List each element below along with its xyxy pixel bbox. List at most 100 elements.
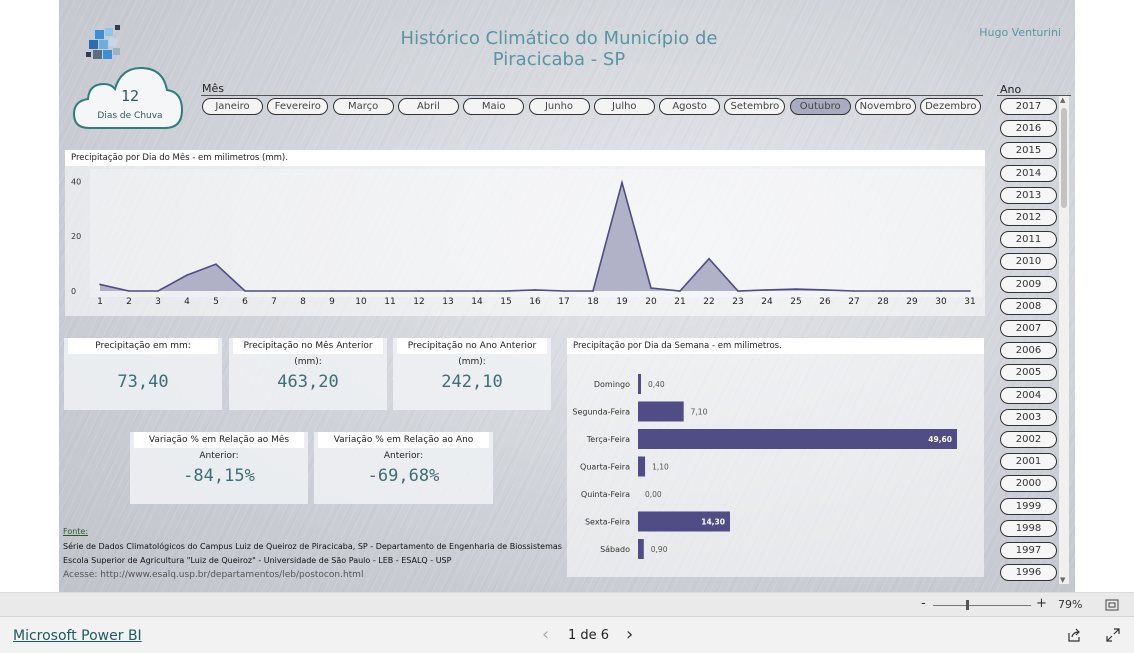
scroll-up-icon[interactable]: ▲ [1060,96,1065,104]
zoom-out-button[interactable]: - [921,596,926,611]
data-point[interactable] [186,274,188,276]
data-point[interactable] [766,289,768,291]
data-point[interactable] [621,181,623,184]
x-tick-label: 18 [587,297,599,307]
year-button-2011[interactable]: 2011 [1000,231,1057,249]
year-button-2005[interactable]: 2005 [1000,364,1057,382]
x-tick-label: 14 [471,297,483,307]
y-tick-label: 20 [71,232,81,241]
category-label: Domingo [594,380,630,389]
x-tick-label: 11 [384,297,395,307]
x-tick-label: 9 [329,297,335,307]
bar[interactable] [638,539,644,559]
month-button-novembro[interactable]: Novembro [855,98,916,115]
year-button-2004[interactable]: 2004 [1000,386,1057,404]
chart-title: Precipitação por Dia do Mês - em milimet… [65,150,985,166]
year-button-2014[interactable]: 2014 [1000,164,1057,182]
data-point[interactable] [215,263,217,265]
x-tick-label: 17 [558,297,569,307]
zoom-slider[interactable] [933,605,1031,606]
year-button-2010[interactable]: 2010 [1000,253,1057,271]
data-point[interactable] [302,290,304,292]
month-button-agosto[interactable]: Agosto [659,98,721,115]
fit-to-page-icon[interactable] [1105,599,1119,611]
scrollbar-thumb[interactable] [1061,108,1067,208]
data-point[interactable] [737,290,739,292]
data-point[interactable] [447,290,449,292]
next-page-button[interactable]: › [626,624,633,645]
source-link[interactable]: Acesse: http://www.esalq.usp.br/departam… [63,570,363,580]
data-point[interactable] [679,290,681,292]
powerbi-brand-link[interactable]: Microsoft Power BI [13,628,142,644]
data-point[interactable] [940,290,942,292]
data-point[interactable] [360,290,362,292]
data-point[interactable] [331,290,333,292]
year-button-2001[interactable]: 2001 [1000,453,1057,471]
data-point[interactable] [389,290,391,292]
data-point[interactable] [99,283,101,286]
data-point[interactable] [911,290,913,292]
month-button-fevereiro[interactable]: Fevereiro [267,98,329,115]
year-button-2009[interactable]: 2009 [1000,275,1057,293]
data-point[interactable] [157,290,159,292]
month-button-outubro[interactable]: Outubro [789,98,851,115]
bar[interactable] [638,456,646,477]
year-button-2008[interactable]: 2008 [1000,297,1057,315]
data-point[interactable] [708,257,710,260]
month-button-julho[interactable]: Julho [593,98,655,115]
data-point[interactable] [795,288,797,290]
share-icon[interactable] [1067,628,1082,642]
data-point[interactable] [882,290,884,292]
data-point[interactable] [650,287,652,289]
bar[interactable] [638,429,957,449]
year-button-1997[interactable]: 1997 [1000,542,1057,559]
data-point[interactable] [505,290,507,292]
year-button-2006[interactable]: 2006 [1000,342,1057,360]
year-button-2012[interactable]: 2012 [1000,209,1057,226]
data-point[interactable] [244,290,246,292]
card-value: 463,20 [277,372,339,392]
zoom-slider-handle[interactable] [966,600,969,610]
rain-days-count: 12 [120,87,140,105]
bar[interactable] [638,401,684,422]
month-button-janeiro[interactable]: Janeiro [202,98,263,115]
year-button-2002[interactable]: 2002 [1000,431,1057,448]
month-button-setembro[interactable]: Setembro [724,98,786,115]
data-point[interactable] [476,290,478,292]
data-point[interactable] [824,289,826,291]
year-button-2000[interactable]: 2000 [1000,475,1057,493]
month-button-maio[interactable]: Maio [463,98,525,115]
month-button-março[interactable]: Março [332,98,394,115]
year-button-2016[interactable]: 2016 [1000,120,1057,138]
year-button-2013[interactable]: 2013 [1000,186,1057,204]
month-button-junho[interactable]: Junho [528,98,590,115]
year-button-2003[interactable]: 2003 [1000,408,1057,426]
card-label: Variação % em Relação ao Ano Anterior: [318,432,489,461]
scroll-down-icon[interactable]: ▼ [1060,576,1065,584]
x-tick-label: 8 [300,297,306,307]
month-button-dezembro[interactable]: Dezembro [920,98,982,115]
data-point[interactable] [853,290,855,292]
year-button-1996[interactable]: 1996 [1000,564,1057,582]
data-point[interactable] [969,290,971,292]
year-button-1999[interactable]: 1999 [1000,497,1057,515]
data-point[interactable] [534,289,536,291]
page-indicator: 1 de 6 [568,628,610,643]
fullscreen-icon[interactable] [1106,628,1120,642]
data-point[interactable] [563,290,565,292]
month-button-abril[interactable]: Abril [397,98,459,115]
bar[interactable] [638,374,641,394]
year-button-2017[interactable]: 2017 [1000,98,1057,115]
data-point[interactable] [273,290,275,292]
data-point[interactable] [418,290,420,292]
year-button-2007[interactable]: 2007 [1000,320,1057,337]
year-button-1998[interactable]: 1998 [1000,519,1057,537]
data-point[interactable] [128,290,130,292]
prev-page-button[interactable]: ‹ [542,624,549,645]
month-slicer-label: Mês [202,82,224,95]
year-slicer-scrollbar[interactable]: ▲ ▼ [1059,96,1069,584]
data-point[interactable] [592,290,594,292]
zoom-in-button[interactable]: + [1036,596,1047,611]
year-button-2015[interactable]: 2015 [1000,142,1057,160]
category-label: Quinta-Feira [581,490,630,499]
